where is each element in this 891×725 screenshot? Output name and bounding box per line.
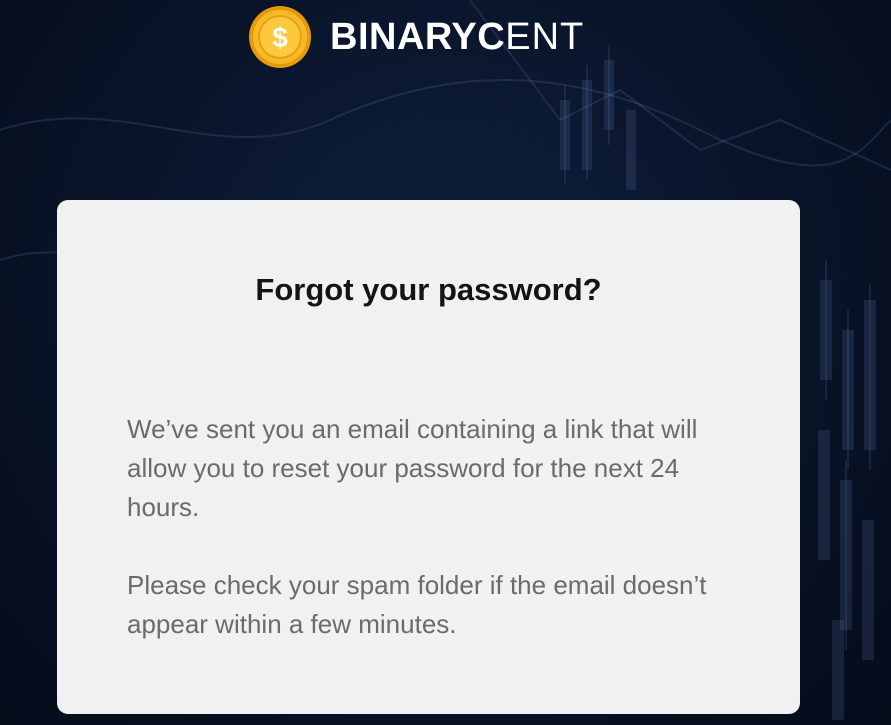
brand-logo[interactable]: $ BINARYC ENT <box>248 3 584 71</box>
email-sent-message: We’ve sent you an email containing a lin… <box>127 414 698 522</box>
card-title: Forgot your password? <box>255 272 602 307</box>
brand-name: BINARYC ENT <box>330 18 584 56</box>
forgot-password-card: Forgot your password? We’ve sent you an … <box>57 200 800 714</box>
brand-name-bold: BINARYC <box>330 16 506 58</box>
dollar-coin-icon: $ <box>249 6 311 68</box>
brand-name-light: ENT <box>505 16 585 58</box>
svg-text:$: $ <box>272 22 288 53</box>
spam-folder-message: Please check your spam folder if the ema… <box>127 570 707 639</box>
